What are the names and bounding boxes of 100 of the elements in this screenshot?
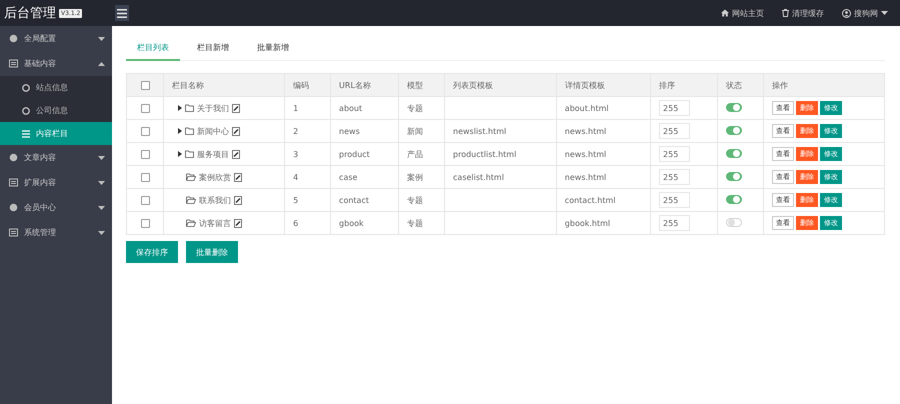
- expand-arrow-icon[interactable]: [178, 151, 182, 157]
- status-toggle[interactable]: [726, 218, 742, 227]
- column-header: 状态: [726, 80, 742, 90]
- menu-item-icon: [22, 84, 30, 92]
- table-cell: gbook: [339, 218, 364, 228]
- caret-down-icon: [98, 230, 105, 234]
- sidebar-item[interactable]: 文章内容: [0, 145, 112, 170]
- table-cell: 专题: [407, 218, 424, 228]
- menu-toggle-button[interactable]: [115, 5, 129, 21]
- sort-input[interactable]: 255: [659, 123, 690, 139]
- status-toggle[interactable]: [726, 172, 742, 181]
- sidebar-item[interactable]: 会员中心: [0, 195, 112, 220]
- sidebar-item[interactable]: 系统管理: [0, 220, 112, 245]
- table-cell: gbook.html: [564, 218, 610, 228]
- caret-down-icon: [98, 180, 105, 184]
- status-toggle[interactable]: [726, 195, 742, 204]
- table-cell: product: [339, 150, 370, 158]
- table-cell: 3: [293, 150, 298, 158]
- action-button[interactable]: 批量删除: [186, 241, 238, 263]
- trash-icon: [782, 9, 789, 17]
- row-checkbox[interactable]: [140, 172, 150, 182]
- status-toggle[interactable]: [726, 126, 742, 135]
- sort-input[interactable]: 255: [659, 192, 690, 208]
- table-cell: 案例: [407, 172, 424, 182]
- tab[interactable]: 栏目列表: [126, 38, 180, 61]
- table-cell: 专题: [407, 104, 424, 112]
- table-cell: case: [339, 172, 358, 182]
- sidebar-item[interactable]: 扩展内容: [0, 170, 112, 195]
- status-toggle[interactable]: [726, 103, 742, 112]
- caret-up-icon: [98, 62, 105, 66]
- edit-document-icon[interactable]: [234, 218, 242, 228]
- edit-document-icon[interactable]: [232, 126, 240, 136]
- row-checkbox[interactable]: [140, 126, 150, 136]
- table-cell: 专题: [407, 196, 424, 204]
- top-link[interactable]: 网站主页: [721, 8, 764, 18]
- column-header: 编码: [293, 80, 310, 90]
- folder-icon: [185, 127, 194, 135]
- menu-item-icon: [9, 178, 18, 187]
- table-cell: 5: [293, 196, 298, 204]
- column-header: 模型: [407, 80, 424, 90]
- category-name: 访客留言: [199, 218, 231, 228]
- table-cell: productlist.html: [453, 150, 516, 158]
- table-cell: 6: [293, 218, 298, 228]
- row-checkbox[interactable]: [140, 104, 150, 113]
- table-cell: 新闻: [407, 126, 424, 136]
- table-cell: contact: [339, 196, 369, 204]
- column-header: 操作: [772, 80, 788, 90]
- table-cell: 1: [293, 104, 298, 112]
- edit-document-icon[interactable]: [234, 196, 242, 204]
- menu-item-icon: [9, 228, 18, 237]
- caret-down-icon: [98, 206, 105, 210]
- sidebar-item[interactable]: 全局配置: [0, 26, 112, 51]
- column-header: 排序: [659, 80, 676, 90]
- edit-document-icon[interactable]: [232, 150, 240, 158]
- column-header: URL名称: [339, 80, 371, 90]
- expand-arrow-icon[interactable]: [178, 105, 182, 111]
- table-cell: news: [339, 126, 360, 136]
- caret-down-icon: [98, 36, 105, 40]
- column-header: 栏目名称: [172, 80, 204, 90]
- expand-arrow-icon[interactable]: [178, 128, 182, 134]
- menu-item-icon: [9, 153, 18, 162]
- sort-input[interactable]: 255: [659, 100, 690, 116]
- top-link[interactable]: 搜狗网: [842, 8, 888, 18]
- column-header: 列表页模板: [453, 80, 494, 90]
- row-checkbox[interactable]: [140, 196, 150, 205]
- sort-input[interactable]: 255: [659, 146, 690, 162]
- category-name: 新闻中心: [197, 126, 229, 136]
- caret-down-icon: [98, 156, 105, 160]
- sort-input[interactable]: 255: [659, 169, 690, 185]
- tab[interactable]: 批量新增: [246, 38, 300, 61]
- folder-icon: [185, 150, 194, 158]
- sidebar-subitem[interactable]: 公司信息: [0, 99, 112, 122]
- select-all-checkbox[interactable]: [140, 80, 150, 90]
- folder-icon: [185, 104, 194, 112]
- table-cell: about.html: [564, 104, 609, 112]
- sidebar-subitem[interactable]: 内容栏目: [0, 122, 112, 145]
- menu-item-icon: [9, 203, 18, 212]
- table-cell: contact.html: [564, 196, 616, 204]
- menu-item-icon: [9, 59, 18, 68]
- table-cell: news.html: [564, 126, 606, 136]
- edit-document-icon[interactable]: [232, 104, 240, 112]
- menu-item-icon: [22, 106, 30, 114]
- edit-document-icon[interactable]: [234, 172, 242, 182]
- sort-input[interactable]: 255: [659, 215, 690, 231]
- row-checkbox[interactable]: [140, 218, 150, 228]
- table-cell: 4: [293, 172, 298, 182]
- column-header: 详情页模板: [564, 80, 605, 90]
- table-cell: caselist.html: [453, 172, 504, 182]
- status-toggle[interactable]: [726, 149, 742, 158]
- home-icon: [721, 9, 729, 17]
- sidebar-subitem[interactable]: 站点信息: [0, 76, 112, 99]
- menu-item-icon: [9, 34, 18, 43]
- category-name: 关于我们: [197, 102, 229, 114]
- category-name: 服务项目: [197, 148, 229, 160]
- sidebar-item[interactable]: 基础内容: [0, 51, 112, 76]
- action-button[interactable]: 保存排序: [126, 241, 178, 263]
- top-link[interactable]: 清理缓存: [782, 8, 824, 18]
- table-cell: about: [339, 104, 362, 112]
- tab[interactable]: 栏目新增: [186, 38, 240, 61]
- row-checkbox[interactable]: [140, 150, 150, 159]
